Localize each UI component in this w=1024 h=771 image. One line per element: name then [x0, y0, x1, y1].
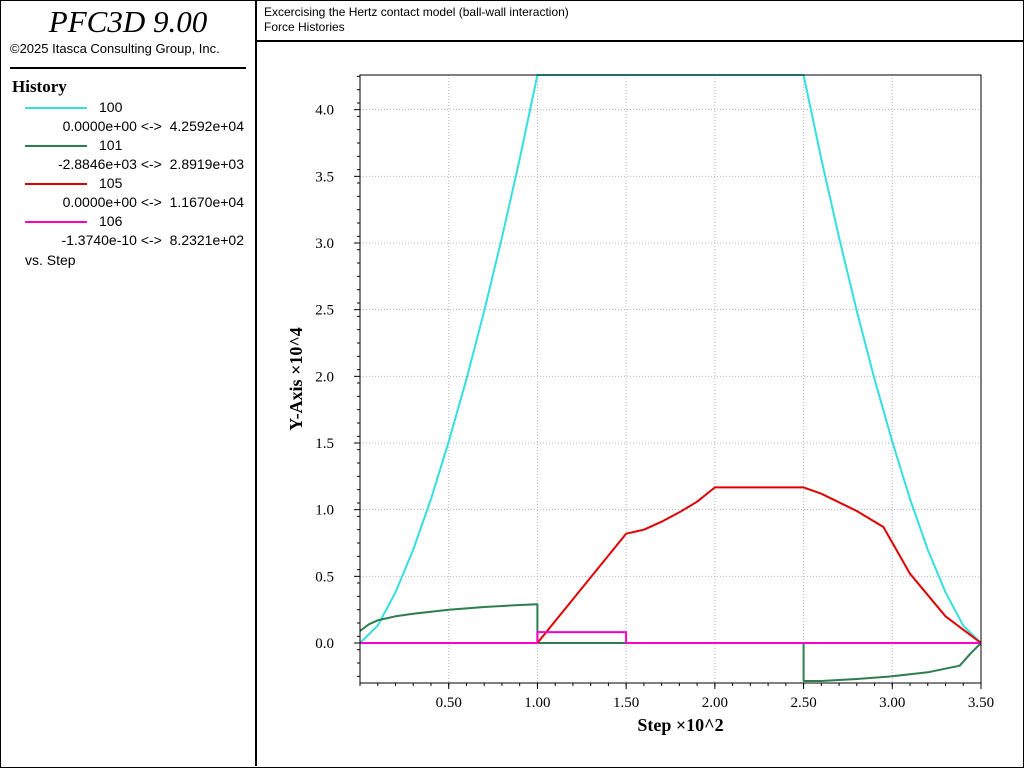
legend-swatch — [25, 183, 87, 185]
legend-swatch — [25, 107, 87, 109]
legend-id: 100 — [99, 99, 123, 115]
legend-swatch — [25, 221, 87, 223]
y-tick-label: 1.5 — [315, 436, 334, 452]
legend-entry: 106 -1.3740e-10 <-> 8.2321e+02 — [1, 211, 255, 249]
plot-area: 0.50 1.00 1.50 2.00 2.50 3.00 3.50 0.0 0.5 1.0 1.5… — [257, 42, 1023, 766]
legend-x-label: vs. Step — [25, 252, 76, 268]
x-tick-label: 2.50 — [790, 695, 816, 711]
series-group — [359, 74, 982, 682]
app-title: PFC3D 9.00 — [48, 4, 208, 39]
axes-box — [359, 74, 982, 684]
x-tick-label: 3.00 — [879, 695, 905, 711]
y-tick-label: 0.0 — [315, 636, 334, 652]
y-tick-label: 1.0 — [315, 503, 334, 519]
legend-range: 0.0000e+00 <-> 4.2592e+04 — [62, 118, 244, 134]
legend-id: 106 — [99, 213, 123, 229]
legend-entry: 105 0.0000e+00 <-> 1.1670e+04 — [1, 173, 255, 211]
legend-id: 105 — [99, 175, 123, 191]
legend-list: 100 0.0000e+00 <-> 4.2592e+04 101 -2.884… — [1, 97, 255, 249]
y-tick-label: 2.5 — [315, 303, 334, 319]
x-tick-label: 0.50 — [436, 695, 462, 711]
legend-panel: PFC3D 9.00 ©2025 Itasca Consulting Group… — [1, 1, 257, 766]
series-line-100 — [359, 74, 982, 644]
y-tick-label: 2.0 — [315, 369, 334, 385]
plot-header: Excercising the Hertz contact model (bal… — [257, 1, 1023, 42]
plot-subtitle: Force Histories — [264, 20, 345, 34]
legend-entry: 101 -2.8846e+03 <-> 2.8919e+03 — [1, 135, 255, 173]
legend-entry: 100 0.0000e+00 <-> 4.2592e+04 — [1, 97, 255, 135]
legend-range: -1.3740e-10 <-> 8.2321e+02 — [61, 232, 244, 248]
x-tick-label: 1.50 — [613, 695, 639, 711]
x-tick-label: 3.50 — [968, 695, 994, 711]
y-tick-label: 3.5 — [315, 169, 334, 185]
copyright-text: ©2025 Itasca Consulting Group, Inc. — [10, 41, 220, 56]
series-line-105 — [360, 486, 982, 644]
x-tick-label: 2.00 — [702, 695, 728, 711]
y-tick-label: 0.5 — [315, 569, 334, 585]
plot-title: Excercising the Hertz contact model (bal… — [264, 5, 569, 19]
y-tick-label: 3.0 — [315, 236, 334, 252]
legend-id: 101 — [99, 137, 123, 153]
x-tick-label: 1.00 — [524, 695, 550, 711]
legend-range: -2.8846e+03 <-> 2.8919e+03 — [57, 156, 244, 172]
grid — [360, 75, 982, 683]
history-chart: 0.50 1.00 1.50 2.00 2.50 3.00 3.50 0.0 0.5 1.0 1.5… — [286, 74, 994, 735]
x-axis-label: Step ×10^2 — [637, 715, 723, 735]
y-tick-label: 4.0 — [315, 103, 334, 119]
legend-swatch — [25, 145, 87, 147]
series-line-106 — [360, 631, 981, 644]
title-divider — [10, 67, 246, 69]
legend-heading: History — [12, 77, 67, 96]
y-axis-label: Y-Axis ×10^4 — [286, 327, 306, 431]
legend-range: 0.0000e+00 <-> 1.1670e+04 — [62, 194, 244, 210]
